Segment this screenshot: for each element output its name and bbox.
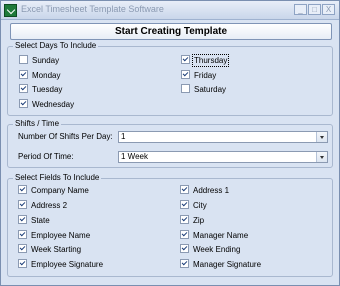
checkbox-week-ending[interactable]: Week Ending xyxy=(180,244,241,256)
checkbox-label: Sunday xyxy=(32,56,60,66)
checkbox-label: Friday xyxy=(194,71,217,81)
title-bar: Excel Timesheet Template Software _ □ X xyxy=(1,1,339,20)
checkbox-label: Address 2 xyxy=(31,201,68,211)
checkbox-box[interactable] xyxy=(180,200,189,210)
checkbox-box[interactable] xyxy=(181,55,190,65)
app-window: Excel Timesheet Template Software _ □ X … xyxy=(0,0,340,286)
checkbox-label: Employee Signature xyxy=(31,260,104,270)
checkbox-box[interactable] xyxy=(19,70,28,80)
checkbox-label: Wednesday xyxy=(32,100,75,110)
excel-app-icon xyxy=(4,4,17,17)
shifts-per-day-value: 1 xyxy=(121,132,126,141)
shifts-per-day-select[interactable]: 1 xyxy=(118,131,328,143)
checkbox-address-1[interactable]: Address 1 xyxy=(180,185,230,197)
checkbox-label: Company Name xyxy=(31,186,89,196)
chevron-down-icon[interactable] xyxy=(316,152,327,162)
checkbox-friday[interactable]: Friday xyxy=(181,70,217,82)
checkbox-company-name[interactable]: Company Name xyxy=(18,185,89,197)
checkbox-box[interactable] xyxy=(18,230,27,240)
fields-group-legend: Select Fields To Include xyxy=(13,173,102,182)
checkbox-label: Week Starting xyxy=(31,245,82,255)
maximize-button[interactable]: □ xyxy=(308,4,321,15)
checkbox-box[interactable] xyxy=(180,244,189,254)
checkbox-box[interactable] xyxy=(180,259,189,269)
checkbox-manager-name[interactable]: Manager Name xyxy=(180,230,249,242)
checkbox-label: Thursday xyxy=(191,54,230,68)
checkbox-monday[interactable]: Monday xyxy=(19,70,61,82)
period-of-time-label: Period Of Time: xyxy=(18,152,74,161)
checkbox-label: Zip xyxy=(193,216,205,226)
checkbox-city[interactable]: City xyxy=(180,200,207,212)
checkbox-sunday[interactable]: Sunday xyxy=(19,55,60,67)
checkbox-box[interactable] xyxy=(18,244,27,254)
period-of-time-value: 1 Week xyxy=(121,152,148,161)
checkbox-label: Week Ending xyxy=(193,245,241,255)
fields-group: Select Fields To Include Company Name Ad… xyxy=(7,173,333,277)
checkbox-box[interactable] xyxy=(19,84,28,94)
checkbox-label: Saturday xyxy=(194,85,227,95)
checkbox-box[interactable] xyxy=(18,259,27,269)
checkbox-box[interactable] xyxy=(18,200,27,210)
checkbox-employee-name[interactable]: Employee Name xyxy=(18,230,91,242)
start-creating-template-button[interactable]: Start Creating Template xyxy=(10,23,332,40)
checkbox-manager-signature[interactable]: Manager Signature xyxy=(180,259,262,271)
checkbox-box[interactable] xyxy=(18,215,27,225)
checkbox-label: Manager Signature xyxy=(193,260,262,270)
checkbox-tuesday[interactable]: Tuesday xyxy=(19,84,63,96)
minimize-button[interactable]: _ xyxy=(294,4,307,15)
checkbox-box[interactable] xyxy=(181,70,190,80)
checkbox-box[interactable] xyxy=(19,99,28,109)
days-group: Select Days To Include Sunday Monday Tue… xyxy=(7,41,333,116)
checkbox-address-2[interactable]: Address 2 xyxy=(18,200,68,212)
checkbox-box[interactable] xyxy=(18,185,27,195)
chevron-down-icon[interactable] xyxy=(316,132,327,142)
close-button[interactable]: X xyxy=(322,4,335,15)
checkbox-box[interactable] xyxy=(19,55,28,65)
checkbox-box[interactable] xyxy=(181,84,190,94)
checkbox-label: Address 1 xyxy=(193,186,230,196)
window-title: Excel Timesheet Template Software xyxy=(21,4,164,14)
shifts-group-legend: Shifts / Time xyxy=(13,119,62,128)
checkbox-label: City xyxy=(193,201,207,211)
checkbox-thursday[interactable]: Thursday xyxy=(181,54,230,68)
shifts-per-day-label: Number Of Shifts Per Day: xyxy=(18,132,113,141)
checkbox-saturday[interactable]: Saturday xyxy=(181,84,227,96)
checkbox-state[interactable]: State xyxy=(18,215,50,227)
checkbox-wednesday[interactable]: Wednesday xyxy=(19,99,75,111)
checkbox-label: Tuesday xyxy=(32,85,63,95)
checkbox-zip[interactable]: Zip xyxy=(180,215,205,227)
checkbox-employee-signature[interactable]: Employee Signature xyxy=(18,259,104,271)
period-of-time-select[interactable]: 1 Week xyxy=(118,151,328,163)
checkbox-box[interactable] xyxy=(180,215,189,225)
checkbox-box[interactable] xyxy=(180,230,189,240)
checkbox-label: Employee Name xyxy=(31,231,91,241)
days-group-legend: Select Days To Include xyxy=(13,41,99,50)
checkbox-label: Manager Name xyxy=(193,231,249,241)
checkbox-label: Monday xyxy=(32,71,61,81)
checkbox-label: State xyxy=(31,216,50,226)
shifts-group: Shifts / Time Number Of Shifts Per Day: … xyxy=(7,119,333,168)
checkbox-week-starting[interactable]: Week Starting xyxy=(18,244,82,256)
checkbox-box[interactable] xyxy=(180,185,189,195)
